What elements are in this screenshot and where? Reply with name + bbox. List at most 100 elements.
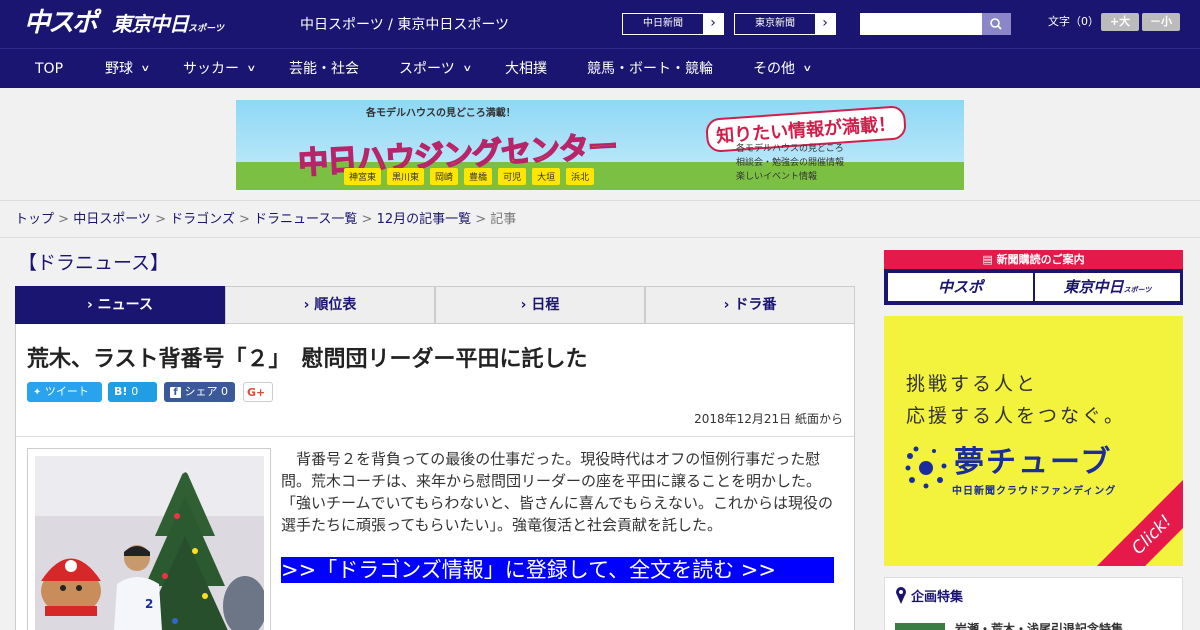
chevron-right-icon: › bbox=[703, 14, 723, 34]
nav-label: サッカー bbox=[183, 61, 239, 77]
banner-city: 神宮東 bbox=[344, 168, 382, 185]
breadcrumb-current: 記事 bbox=[490, 212, 517, 227]
tokyo-shimbun-label: 東京新聞 bbox=[755, 18, 795, 29]
banner-city: 浜北 bbox=[566, 168, 595, 185]
nav-sumo[interactable]: 大相撲 bbox=[505, 61, 547, 77]
search-icon bbox=[990, 18, 1002, 30]
read-full-article-link[interactable]: >>「ドラゴンズ情報」に登録して、全文を読む >> bbox=[281, 557, 834, 583]
subscription-box: ▤ 新聞購読のご案内 中スポ 東京中日スポーツ bbox=[884, 250, 1183, 305]
search-input[interactable] bbox=[860, 13, 982, 35]
nav-label: その他 bbox=[753, 61, 795, 77]
special-features-box: 企画特集 岩瀬・荒木・浅尾引退記念特集 bbox=[884, 577, 1183, 630]
banner-list-item: 相談会・勉強会の開催情報 bbox=[736, 158, 845, 168]
tab-beat-reporter[interactable]: › ドラ番 bbox=[645, 286, 855, 324]
breadcrumb-link[interactable]: トップ bbox=[15, 212, 54, 227]
nav-label: 芸能・社会 bbox=[289, 61, 359, 77]
nav-racing[interactable]: 競馬・ボート・競輪 bbox=[587, 61, 713, 77]
housing-center-banner[interactable]: 各モデルハウスの見どころ満載！ 中日ハウジングセンター 知りたい情報が満載！ 各… bbox=[236, 100, 964, 190]
font-larger-button[interactable]: +大 bbox=[1101, 13, 1139, 31]
chevron-down-icon: ∨ bbox=[802, 64, 813, 74]
google-plus-icon: G+ bbox=[247, 386, 266, 399]
newspaper-icon: ▤ bbox=[982, 253, 993, 266]
hatena-button[interactable]: B! 0 bbox=[108, 382, 157, 402]
tab-standings[interactable]: › 順位表 bbox=[225, 286, 435, 324]
article-body: 背番号２を背負っての最後の仕事だった。現役時代はオフの恒例行事だった慰問。荒木コ… bbox=[281, 450, 834, 534]
chunichi-shimbun-button[interactable]: 中日新聞 › bbox=[622, 13, 724, 35]
twitter-icon: ✦ bbox=[33, 387, 42, 398]
subscribe-tokyo-chunichi-small: スポーツ bbox=[1123, 286, 1152, 294]
nav-entertainment[interactable]: 芸能・社会 bbox=[289, 61, 359, 77]
chuspo-logo[interactable]: 中スポ bbox=[24, 8, 98, 38]
breadcrumb: トップ > 中日スポーツ > ドラゴンズ > ドラニュース一覧 > 12月の記事… bbox=[15, 212, 517, 227]
banner-list-item: 楽しいイベント情報 bbox=[736, 172, 818, 182]
hatena-count: 0 bbox=[131, 385, 139, 398]
special-feature-item[interactable]: 岩瀬・荒木・浅尾引退記念特集 bbox=[895, 620, 1175, 630]
jersey-number: 2 bbox=[145, 597, 153, 611]
breadcrumb-bar: トップ > 中日スポーツ > ドラゴンズ > ドラニュース一覧 > 12月の記事… bbox=[0, 200, 1200, 238]
banner-city: 黒川東 bbox=[387, 168, 425, 185]
yume-brand: 夢チューブ bbox=[954, 445, 1113, 480]
tokyo-shimbun-button[interactable]: 東京新聞 › bbox=[734, 13, 836, 35]
font-size-label: 文字（0） bbox=[1048, 15, 1099, 28]
breadcrumb-link[interactable]: ドラゴンズ bbox=[170, 212, 235, 227]
yume-tube-ad[interactable]: 挑戦する人と 応援する人をつなぐ。 夢チューブ 中日新聞クラウドファンディング … bbox=[884, 316, 1183, 566]
article-photo-frame[interactable]: ★ 2 bbox=[27, 448, 271, 630]
facebook-share-label: シェア bbox=[184, 385, 218, 398]
tab-label: 日程 bbox=[531, 297, 560, 313]
nav-soccer[interactable]: サッカー ∨ bbox=[183, 61, 256, 77]
article-dateline: 2018年12月21日 紙面から bbox=[694, 412, 843, 426]
chevron-right-icon: › bbox=[815, 14, 835, 34]
section-title: 【ドラニュース】 bbox=[18, 252, 170, 274]
photo-illustration: ★ 2 bbox=[35, 456, 264, 630]
breadcrumb-link[interactable]: 中日スポーツ bbox=[73, 212, 151, 227]
breadcrumb-link[interactable]: ドラニュース一覧 bbox=[254, 212, 357, 227]
banner-city: 岡崎 bbox=[430, 168, 459, 185]
tab-news[interactable]: › ニュース bbox=[15, 286, 225, 332]
facebook-icon: f bbox=[170, 387, 181, 398]
ribbon-icon bbox=[896, 587, 906, 604]
tab-label: ドラ番 bbox=[734, 297, 777, 313]
chevron-down-icon: ∨ bbox=[140, 64, 151, 74]
tab-label: ニュース bbox=[97, 297, 153, 313]
article-divider bbox=[16, 436, 854, 437]
font-smaller-button[interactable]: －小 bbox=[1142, 13, 1180, 31]
tab-schedule[interactable]: › 日程 bbox=[435, 286, 645, 324]
nav-sports[interactable]: スポーツ ∨ bbox=[399, 61, 472, 77]
tweet-button[interactable]: ✦ ツイート bbox=[27, 382, 102, 402]
special-features-title: 企画特集 bbox=[911, 590, 964, 605]
facebook-share-button[interactable]: f シェア 0 bbox=[164, 382, 235, 402]
banner-tagline: 各モデルハウスの見どころ満載！ bbox=[366, 108, 516, 119]
subscribe-tokyo-chunichi-button[interactable]: 東京中日スポーツ bbox=[1035, 273, 1180, 301]
hatena-icon: B! bbox=[114, 385, 128, 398]
nav-baseball[interactable]: 野球 ∨ bbox=[105, 61, 151, 77]
banner-city: 可児 bbox=[498, 168, 527, 185]
search-button[interactable] bbox=[982, 13, 1011, 35]
chunichi-shimbun-label: 中日新聞 bbox=[643, 18, 683, 29]
banner-list: 各モデルハウスの見どころ 相談会・勉強会の開催情報 楽しいイベント情報 bbox=[736, 142, 844, 184]
tweet-label: ツイート bbox=[44, 385, 89, 398]
banner-city: 豊橋 bbox=[464, 168, 493, 185]
special-feature-thumbnail bbox=[895, 622, 945, 630]
tab-label: 順位表 bbox=[314, 297, 357, 313]
yume-line-1: 挑戦する人と bbox=[906, 373, 1039, 395]
subscribe-chuspo-button[interactable]: 中スポ bbox=[888, 273, 1033, 301]
yume-line-2: 応援する人をつなぐ。 bbox=[906, 405, 1127, 427]
banner-city: 大垣 bbox=[532, 168, 561, 185]
google-plus-button[interactable]: G+ bbox=[243, 382, 273, 402]
article-photo: ★ 2 bbox=[35, 456, 264, 630]
nav-other[interactable]: その他 ∨ bbox=[753, 61, 813, 77]
breadcrumb-link[interactable]: 12月の記事一覧 bbox=[377, 212, 472, 227]
nav-top[interactable]: TOP bbox=[35, 61, 63, 77]
nav-label: スポーツ bbox=[399, 61, 455, 77]
site-links[interactable]: 中日スポーツ / 東京中日スポーツ bbox=[300, 16, 509, 34]
chevron-down-icon: ∨ bbox=[462, 64, 472, 74]
main-nav: TOP 野球 ∨ サッカー ∨ 芸能・社会 スポーツ ∨ 大相撲 競馬・ボート・競輪 … bbox=[0, 48, 1200, 88]
nav-label: TOP bbox=[35, 61, 64, 77]
subscription-header-label: 新聞購読のご案内 bbox=[996, 253, 1085, 266]
nav-label: 大相撲 bbox=[505, 61, 547, 77]
banner-cities: 神宮東 黒川東 岡崎 豊橋 可児 大垣 浜北 bbox=[344, 168, 600, 185]
svg-text:★: ★ bbox=[180, 463, 191, 477]
top-header: 中スポ 東京中日スポーツ 中日スポーツ / 東京中日スポーツ 中日新聞 › 東京… bbox=[0, 0, 1200, 48]
tokyo-chunichi-logo[interactable]: 東京中日スポーツ bbox=[112, 12, 224, 41]
subscription-header: ▤ 新聞購読のご案内 bbox=[884, 250, 1183, 269]
